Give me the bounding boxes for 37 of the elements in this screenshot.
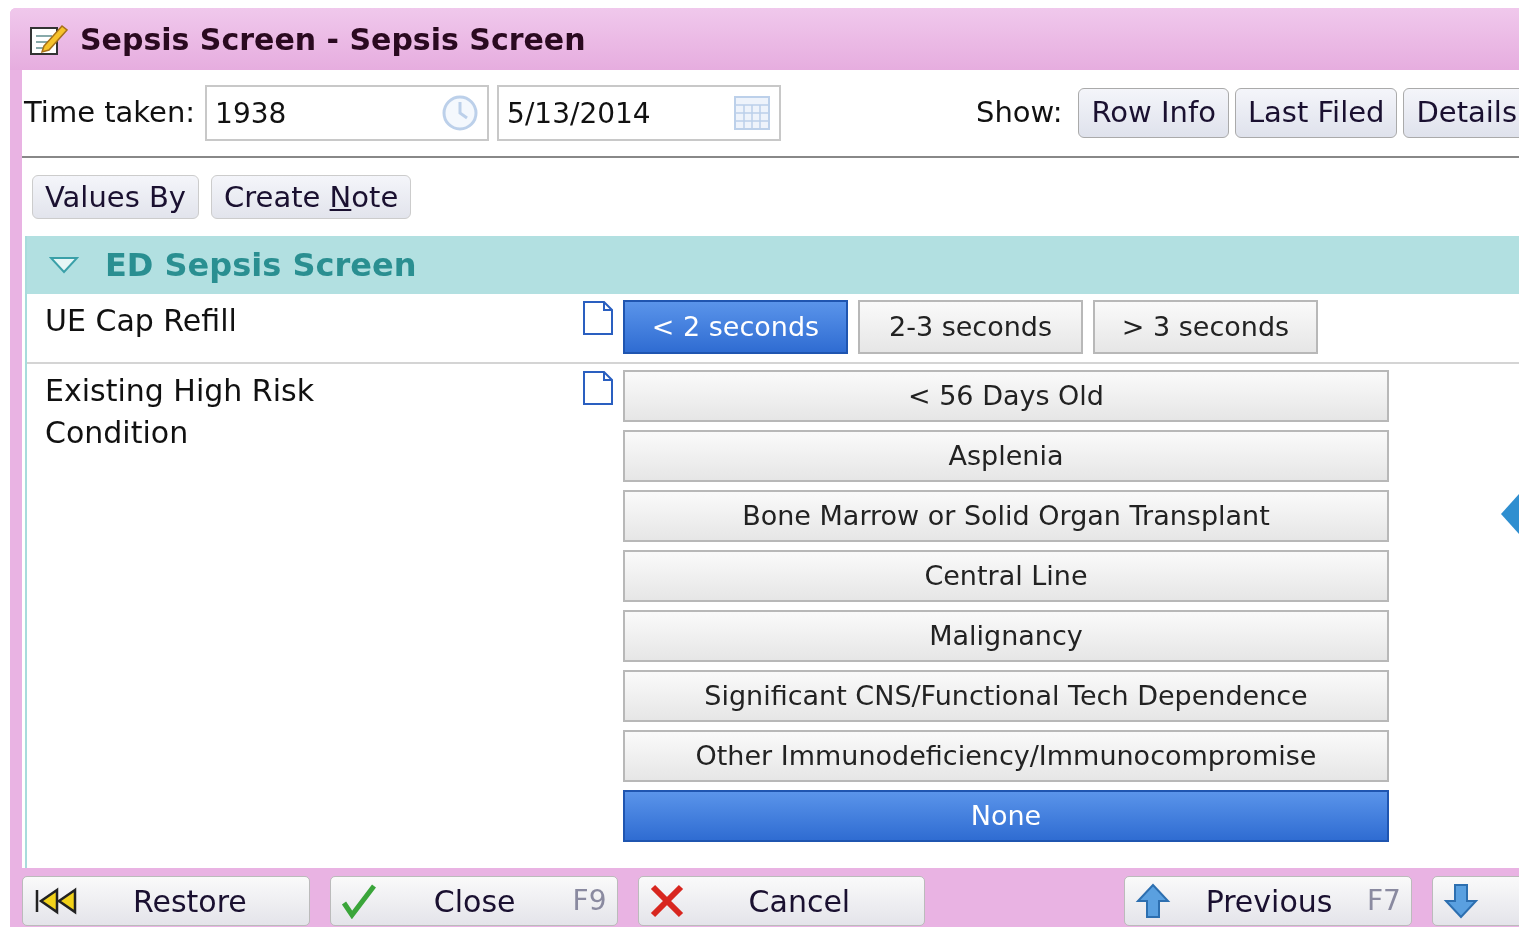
show-button[interactable]: Last Filed (1234, 88, 1398, 138)
option-button[interactable]: > 3 seconds (1093, 300, 1318, 354)
note-icon[interactable] (581, 300, 615, 336)
window-title: Sepsis Screen - Sepsis Screen (80, 20, 586, 59)
show-button[interactable]: Details (1403, 88, 1519, 138)
triangle-icon (1501, 494, 1519, 534)
time-field[interactable]: 1938 (205, 85, 490, 141)
option-button[interactable]: Malignancy (623, 610, 1389, 662)
footer-button[interactable]: Cancel (637, 876, 926, 926)
down-arrow-icon (1442, 883, 1479, 919)
up-arrow-icon (1135, 883, 1172, 919)
option-button[interactable]: Asplenia (623, 430, 1389, 482)
option-button[interactable]: Bone Marrow or Solid Organ Transplant (623, 490, 1389, 542)
option-button[interactable]: Other Immunodeficiency/Immunocompromise (623, 730, 1389, 782)
row-label: Existing High Risk Condition (45, 372, 316, 452)
option-button[interactable]: Central Line (623, 550, 1389, 602)
show-button[interactable]: Row Info (1078, 88, 1229, 138)
section-title: ED Sepsis Screen (105, 245, 417, 286)
footer-button[interactable] (1431, 876, 1519, 926)
footer-button[interactable]: Previous F7 (1124, 876, 1412, 926)
action-button[interactable]: Values By (32, 175, 200, 219)
close-icon (648, 883, 685, 919)
show-label: Show: (976, 94, 1063, 132)
checkmark-icon (340, 883, 377, 919)
option-button[interactable]: 2-3 seconds (858, 300, 1083, 354)
action-button[interactable]: Create Note (211, 175, 412, 219)
footer-button[interactable]: Restore (22, 876, 310, 926)
row-label: UE Cap Refill (45, 302, 238, 340)
collapse-icon[interactable] (49, 255, 79, 275)
option-button[interactable]: Significant CNS/Functional Tech Dependence (623, 670, 1389, 722)
date-field[interactable]: 5/13/2014 (497, 85, 782, 141)
footer-button[interactable]: Close F9 (329, 876, 618, 926)
option-button[interactable]: < 56 Days Old (623, 370, 1389, 422)
note-icon[interactable] (581, 370, 615, 406)
option-button[interactable]: None (623, 790, 1389, 842)
option-button[interactable]: < 2 seconds (623, 300, 848, 354)
time-taken-label: Time taken: (24, 94, 196, 132)
